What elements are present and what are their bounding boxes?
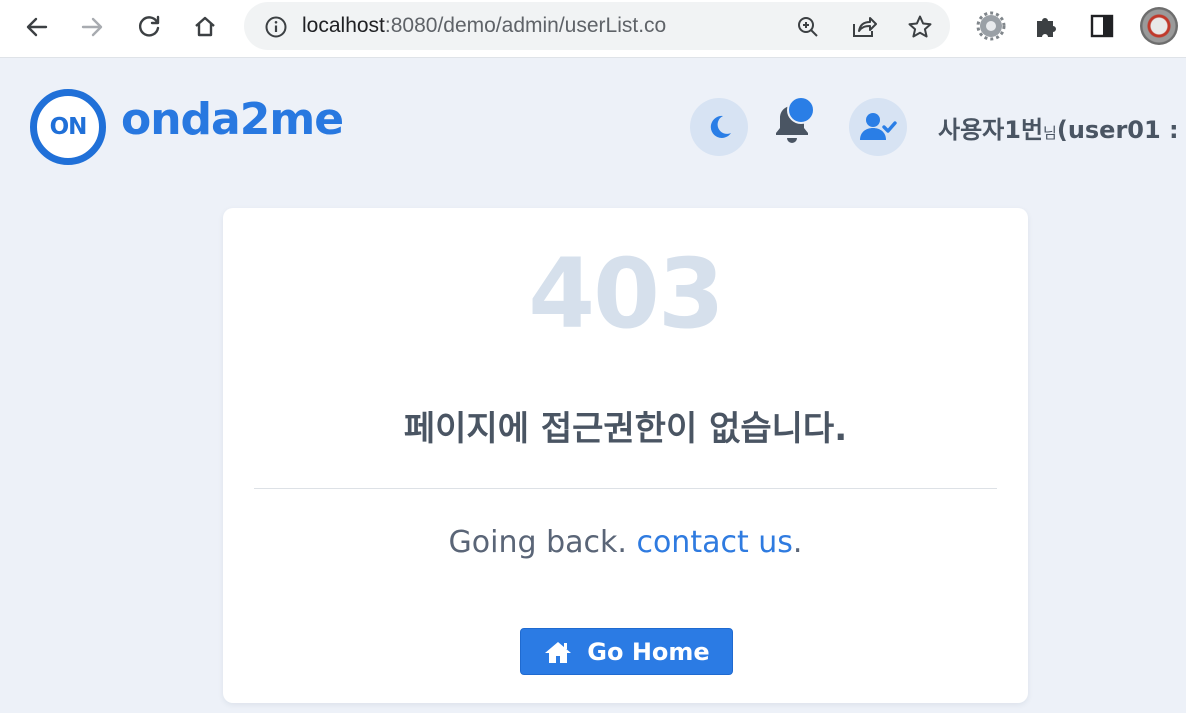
- home-icon[interactable]: [188, 10, 222, 44]
- user-display-name: 사용자1번: [938, 116, 1044, 144]
- error-code: 403: [528, 238, 724, 350]
- back-arrow-icon[interactable]: [20, 10, 54, 44]
- logo-mark[interactable]: ON: [30, 89, 106, 165]
- app-header: ON onda2me 사용자1번님(user01 :: [0, 58, 1186, 193]
- side-panel-icon[interactable]: [1086, 10, 1118, 42]
- user-id: (user01 :: [1056, 116, 1179, 144]
- url-host: localhost: [302, 14, 385, 37]
- user-name[interactable]: 사용자1번님(user01 :: [938, 110, 1179, 145]
- puzzle-icon[interactable]: [1030, 10, 1062, 42]
- star-icon[interactable]: [907, 14, 933, 40]
- divider: [254, 488, 997, 489]
- theme-toggle-button[interactable]: [690, 98, 748, 156]
- moon-icon: [710, 115, 731, 138]
- gear-icon[interactable]: [975, 10, 1007, 42]
- contact-us-link[interactable]: contact us: [636, 525, 792, 560]
- house-icon: [545, 641, 572, 663]
- info-icon[interactable]: [264, 15, 288, 43]
- go-home-label: Go Home: [587, 637, 710, 666]
- profile-avatar[interactable]: [1140, 7, 1178, 45]
- url-path: :8080/demo/admin/userList.co: [384, 14, 667, 37]
- error-subtext: Going back. contact us.: [223, 525, 1028, 560]
- go-home-button[interactable]: Go Home: [520, 628, 733, 675]
- user-menu-button[interactable]: [849, 98, 907, 156]
- forward-arrow-icon[interactable]: [75, 10, 109, 44]
- user-honorific: 님: [1043, 124, 1057, 142]
- browser-toolbar: localhost:8080/demo/admin/userList.co: [0, 0, 1186, 58]
- zoom-icon[interactable]: [795, 14, 821, 40]
- reload-icon[interactable]: [132, 10, 166, 44]
- user-check-icon: [860, 113, 897, 140]
- error-message: 페이지에 접근권한이 없습니다.: [403, 409, 848, 449]
- sub-end-punct: .: [792, 525, 803, 560]
- address-bar[interactable]: localhost:8080/demo/admin/userList.co: [244, 2, 950, 50]
- share-icon[interactable]: [851, 14, 877, 40]
- url-text[interactable]: localhost:8080/demo/admin/userList.co: [302, 14, 742, 38]
- error-card: 403 페이지에 접근권한이 없습니다. Going back. contact…: [223, 208, 1028, 703]
- going-back-text: Going back.: [448, 525, 627, 560]
- notification-badge: [787, 96, 815, 124]
- logo-text[interactable]: onda2me: [121, 94, 344, 145]
